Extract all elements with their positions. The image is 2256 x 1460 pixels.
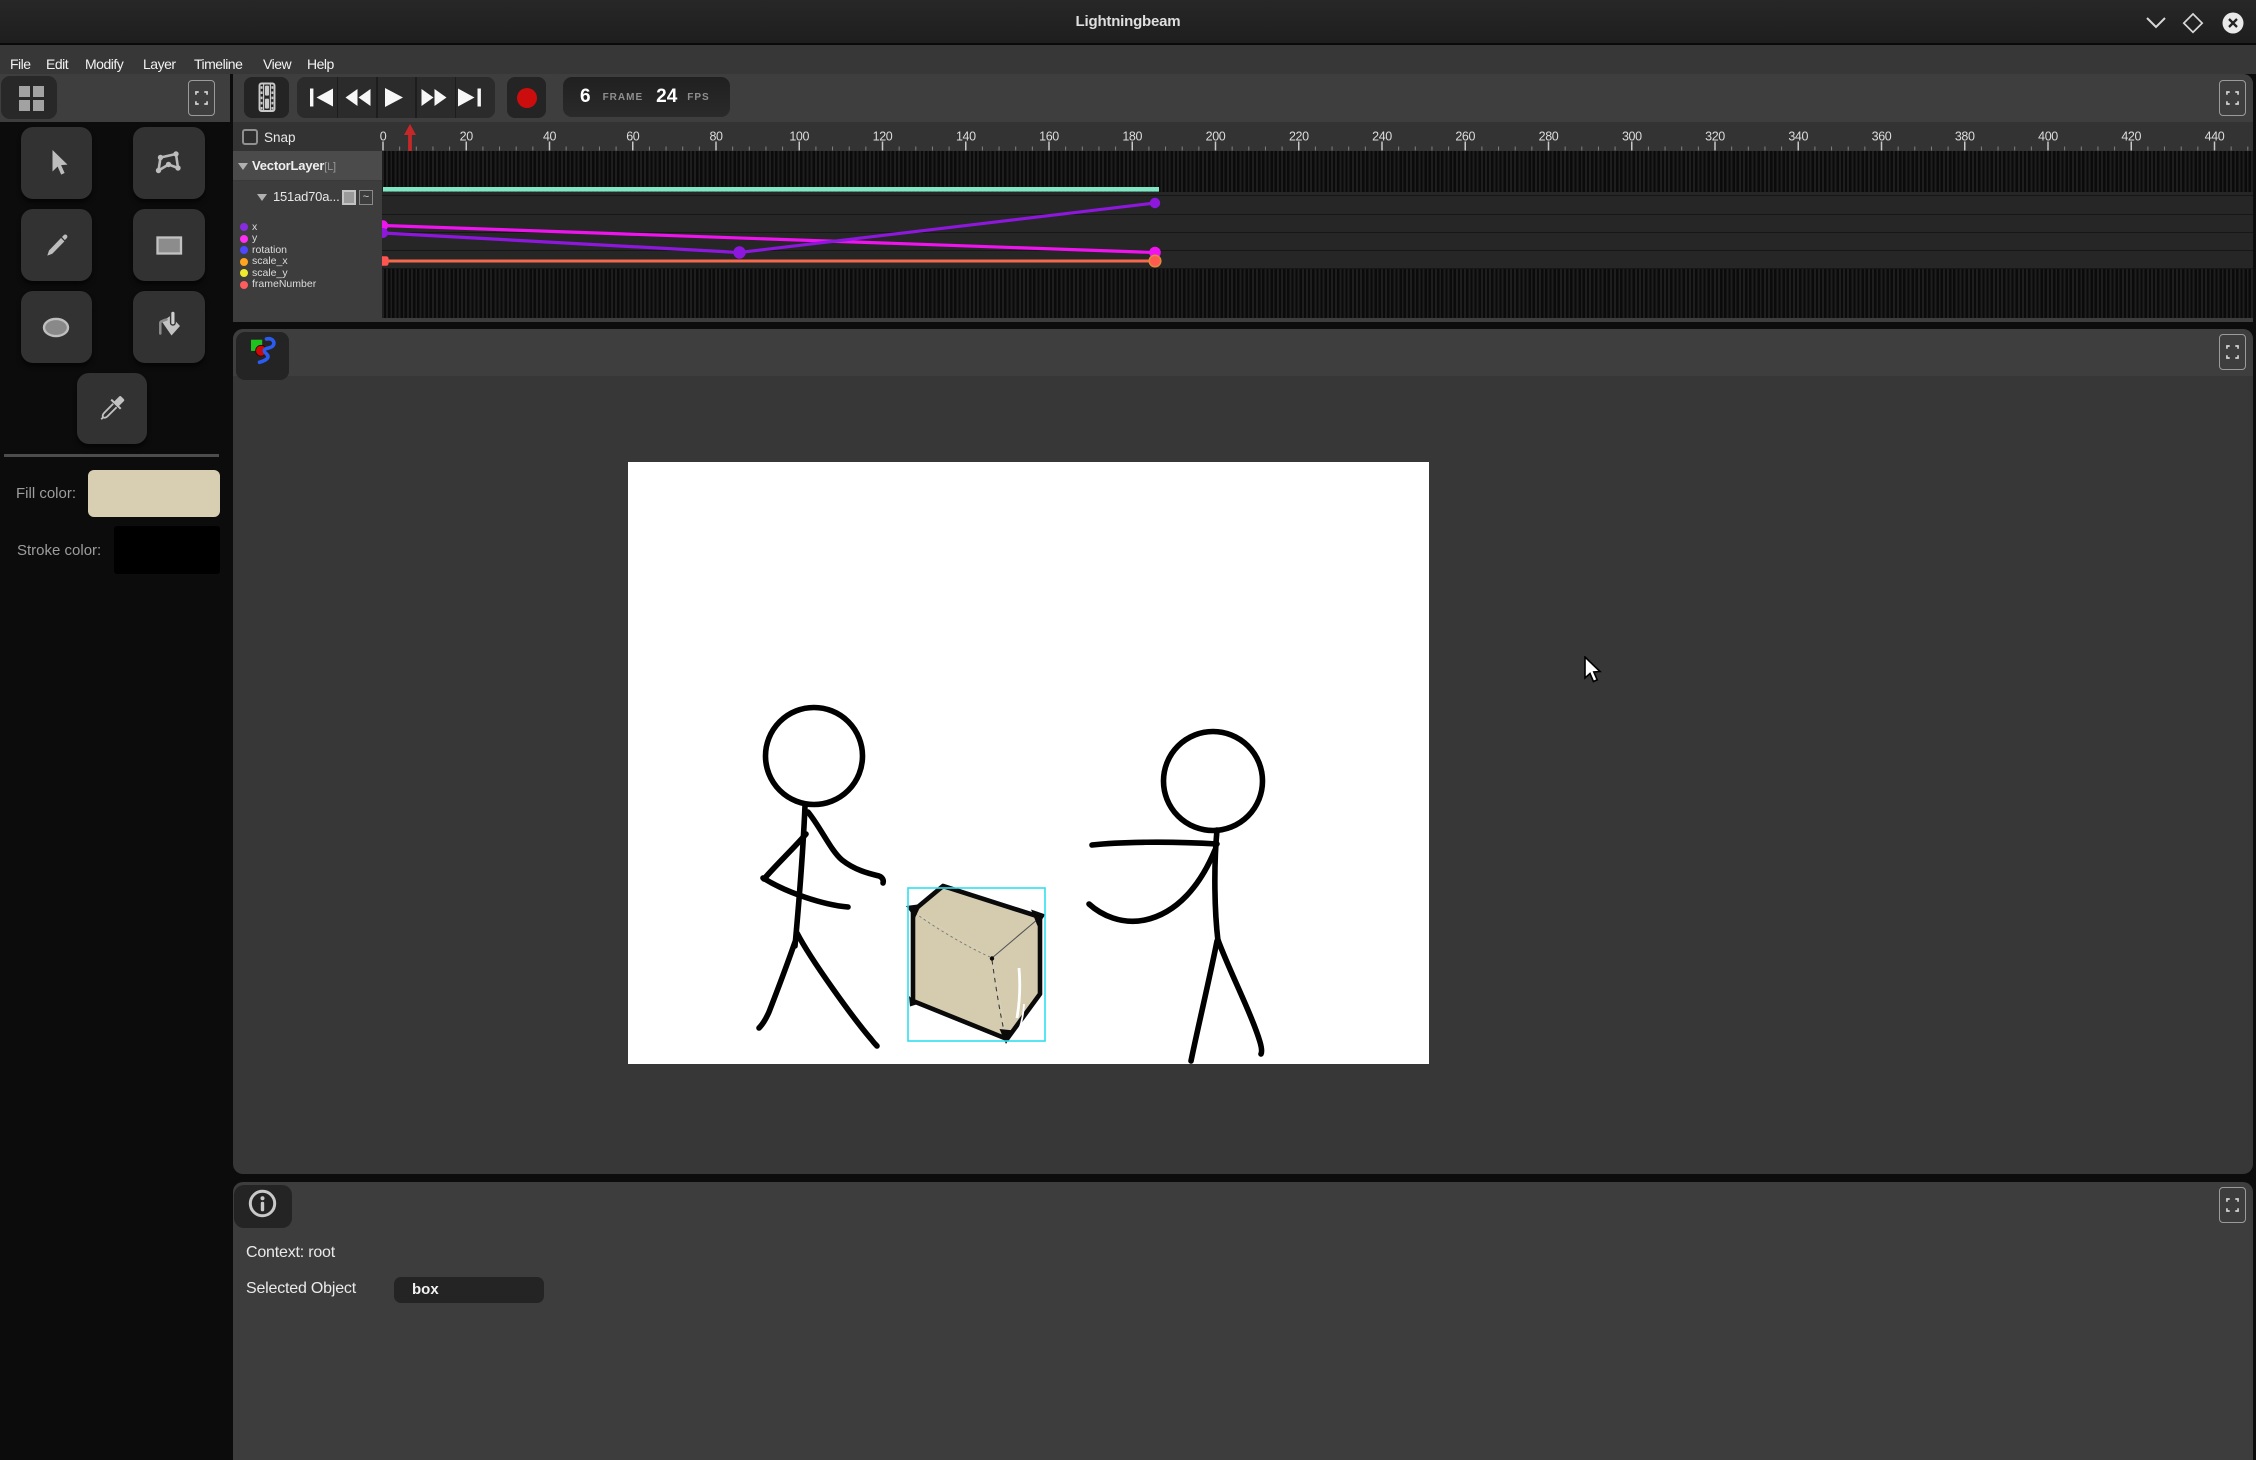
svg-text:280: 280 [1539, 130, 1559, 144]
svg-text:320: 320 [1705, 130, 1725, 144]
svg-text:100: 100 [789, 130, 809, 144]
svg-text:380: 380 [1955, 130, 1975, 144]
svg-text:40: 40 [543, 130, 557, 144]
svg-text:340: 340 [1788, 130, 1808, 144]
svg-text:240: 240 [1372, 130, 1392, 144]
svg-text:200: 200 [1206, 130, 1226, 144]
svg-text:260: 260 [1455, 130, 1475, 144]
svg-text:300: 300 [1622, 130, 1642, 144]
svg-text:160: 160 [1039, 130, 1059, 144]
svg-text:420: 420 [2121, 130, 2141, 144]
svg-text:0: 0 [380, 130, 387, 144]
svg-text:60: 60 [626, 130, 640, 144]
svg-text:180: 180 [1122, 130, 1142, 144]
svg-text:20: 20 [460, 130, 474, 144]
svg-text:80: 80 [709, 130, 723, 144]
svg-text:400: 400 [2038, 130, 2058, 144]
svg-text:120: 120 [873, 130, 893, 144]
svg-text:220: 220 [1289, 130, 1309, 144]
svg-text:360: 360 [1872, 130, 1892, 144]
svg-text:140: 140 [956, 130, 976, 144]
svg-text:440: 440 [2205, 130, 2225, 144]
